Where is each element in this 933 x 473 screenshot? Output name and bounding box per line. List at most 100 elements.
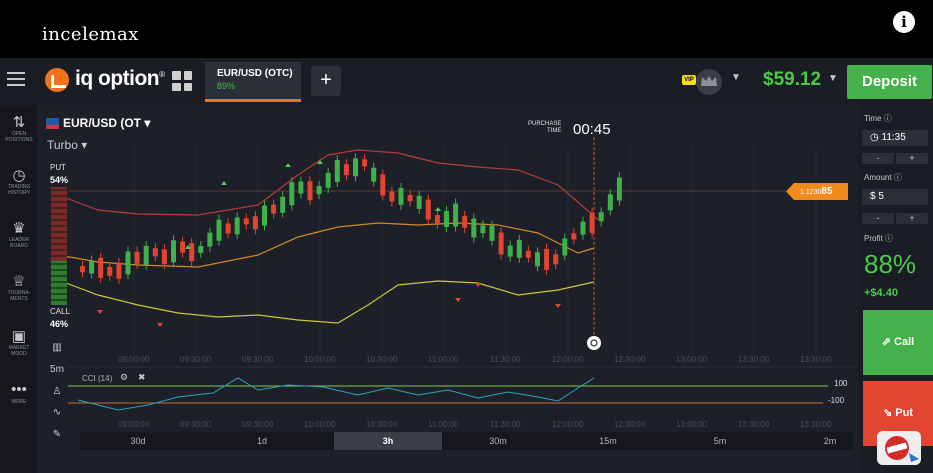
candle [507,245,513,257]
hamburger-menu-icon[interactable] [7,72,25,88]
candle [189,243,195,262]
candle [298,181,304,194]
amount-plus-button[interactable]: + [896,213,928,224]
sidebar-item-trading-history[interactable]: ◷ TRADING HISTORY [0,166,38,196]
close-icon[interactable]: ✖ [138,372,146,383]
amount-minus-button[interactable]: - [862,213,894,224]
chart-area[interactable]: 09:00:00 09:00:00 09:30:00 09:30:00 09:30:00… [38,105,858,473]
candle [480,225,486,234]
timeframe-5m[interactable]: 5m [690,432,750,450]
add-asset-tab-button[interactable]: + [311,66,341,96]
amount-stepper: - + [862,213,928,224]
candle [216,219,222,241]
candle [607,194,613,211]
call-button[interactable]: ⇗ Call [863,310,933,375]
candle [143,245,149,265]
time-stepper: - + [862,153,928,164]
purchase-time-label: PURCHASE TIME [528,121,562,134]
profit-percent: 88% [864,249,917,279]
cci-time-axis-label: 13:30:00 [738,420,770,429]
candle [489,225,495,241]
cci-time-axis-label: 09:30:00 [180,420,212,429]
timeframe-5m-button[interactable]: 5m [49,364,65,375]
option-type-selector[interactable]: Turbo ▾ [47,138,87,152]
assets-grid-icon[interactable] [172,71,192,91]
trend-up-icon: ⇗ [881,336,895,348]
deposit-button[interactable]: Deposit [847,65,932,99]
timeframe-30d[interactable]: 30d [108,432,168,450]
sidebar-item-label: LEADER BOARD [8,237,29,249]
candle [225,223,231,234]
sidebar-item-more[interactable]: ••• MORE [0,381,38,405]
candle [425,199,431,220]
profile-avatar[interactable] [696,69,722,95]
gear-icon[interactable]: ⚙ [120,372,128,383]
expiry-time-field[interactable]: ◷ 11:35 [862,130,928,146]
candle [453,203,459,227]
eu-us-flag-icon [46,118,59,129]
candle [535,252,540,267]
time-minus-button[interactable]: - [862,153,894,164]
time-axis-label: 11:30:00 [490,355,521,364]
crown-icon [701,76,717,86]
candle [516,239,522,258]
time-axis-label: 13:00:00 [676,355,708,364]
time-plus-button[interactable]: + [896,153,928,164]
candle [180,241,186,253]
balance-chevron-down-icon[interactable]: ▼ [828,73,838,84]
cci-time-axis-label: 09:30:00 [242,420,274,429]
sidebar-item-tournaments[interactable]: ♕ TOURNA- MENTS [0,272,38,302]
candle [98,257,104,278]
candle [525,250,531,258]
arrows-updown-icon: ⇅ [12,114,26,131]
timeframe-2m[interactable]: 2m [800,432,858,450]
account-balance[interactable]: $59.12 [763,69,821,91]
put-sentiment-label: PUT [50,163,66,172]
cci-time-axis-label: 12:30:00 [614,420,646,429]
trade-panel: Time ⓘ ◷ 11:35 - + Amount ⓘ $ 5 - + Prof… [858,105,933,473]
timeframe-1d[interactable]: 1d [232,432,292,450]
sidebar-item-label: TRADING HISTORY [7,184,31,196]
candle [80,266,85,273]
time-axis-label: 12:30:00 [614,355,646,364]
sidebar-item-leaderboard[interactable]: ♛ LEADER BOARD [0,219,38,249]
sidebar-item-open-positions[interactable]: ⇅ OPEN POSITIONS [0,113,38,143]
call-sentiment-percent: 46% [50,319,69,329]
asset-tab-eurusd[interactable]: EUR/USD (OTC) 89% [205,62,301,102]
cci-time-axis-label: 11:30:00 [490,420,521,429]
sidebar-item-label: OPEN POSITIONS [5,131,33,143]
drawing-line-icon[interactable]: ∿ [49,407,65,418]
cci-upper-level: 100 [834,379,848,388]
asset-tab-percent: 89% [217,81,236,91]
candle [444,211,449,228]
candle [616,177,622,201]
down-arrow-marker [475,283,481,287]
amount-input[interactable]: $ 5 [862,189,928,205]
channel-logo-icon [877,431,921,465]
candle [416,195,422,209]
cci-time-axis-label: 13:00:00 [676,420,708,429]
indicators-icon[interactable]: ♙ [49,386,65,397]
cci-time-axis-label: 12:00:00 [552,420,584,429]
sidebar-item-market-mood[interactable]: ▣ MARKET MOOD [0,327,38,357]
timeframe-30m[interactable]: 30m [468,432,528,450]
call-sentiment-label: CALL [50,307,71,316]
up-arrow-marker [221,181,227,185]
channel-logo-badge [877,431,921,465]
pencil-icon[interactable]: ✎ [49,429,65,440]
sidebar-item-label: TOURNA- MENTS [7,290,31,302]
candle [562,238,568,256]
info-icon[interactable]: i [893,11,915,33]
timeframe-3h[interactable]: 3h [334,432,442,450]
up-arrow-marker [285,163,291,167]
down-arrow-marker [555,304,561,308]
price-chart[interactable]: 09:00:00 09:00:00 09:30:00 09:30:00 09:30:00… [38,105,858,473]
chart-type-icon[interactable]: ▥ [49,342,65,353]
expiry-timer-icon [587,336,601,350]
asset-selector[interactable]: EUR/USD (OT ▾ [46,116,150,130]
candle [271,204,277,214]
timeframe-15m[interactable]: 15m [578,432,638,450]
profile-chevron-down-icon[interactable]: ▼ [731,72,741,83]
sidebar-item-label: MORE [11,399,27,405]
candle [407,195,413,202]
